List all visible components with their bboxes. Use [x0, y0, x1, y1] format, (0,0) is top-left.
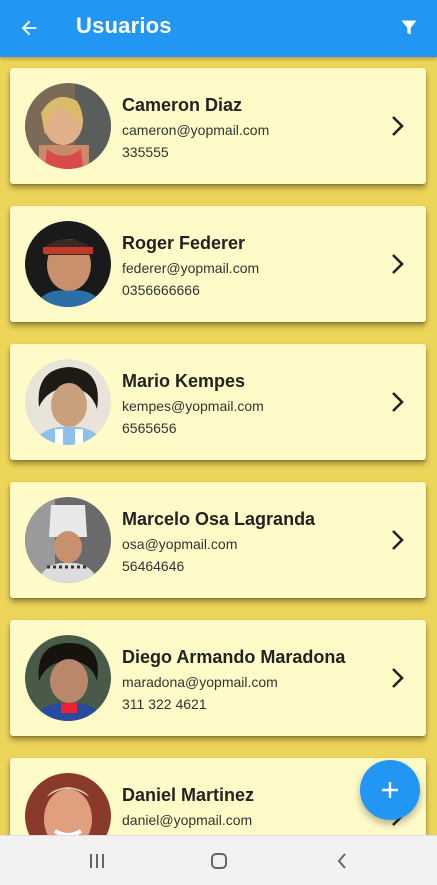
home-icon [211, 853, 227, 869]
user-list[interactable]: Cameron Diaz cameron@yopmail.com 335555 … [0, 57, 437, 835]
user-name: Diego Armando Maradona [122, 647, 346, 667]
list-item-user[interactable]: Marcelo Osa Lagranda osa@yopmail.com 564… [10, 482, 426, 598]
user-email: kempes@yopmail.com [122, 398, 264, 414]
add-user-button[interactable] [360, 760, 420, 820]
user-phone: 0356666666 [122, 282, 200, 298]
plus-icon [382, 782, 398, 798]
app-bar: Usuarios [0, 0, 437, 57]
user-phone: 56464646 [122, 558, 185, 574]
avatar [25, 773, 111, 835]
nav-back-icon [337, 853, 346, 869]
user-name: Cameron Diaz [122, 95, 243, 115]
list-item-user[interactable]: Cameron Diaz cameron@yopmail.com 335555 [10, 68, 426, 184]
user-email: daniel@yopmail.com [122, 812, 253, 828]
chevron-right-icon [392, 668, 404, 688]
user-phone: 6565656 [122, 420, 177, 436]
arrow-left-icon [21, 20, 37, 36]
user-name: Roger Federer [122, 233, 246, 253]
user-email: federer@yopmail.com [122, 260, 260, 276]
chevron-right-icon [392, 530, 404, 550]
list-item-user[interactable]: Roger Federer federer@yopmail.com 035666… [10, 206, 426, 322]
recent-apps-button[interactable] [85, 849, 109, 873]
user-name: Mario Kempes [122, 371, 246, 391]
list-item-user[interactable]: Diego Armando Maradona maradona@yopmail.… [10, 620, 426, 736]
avatar [25, 221, 111, 307]
avatar [25, 83, 111, 169]
filter-icon [401, 20, 417, 35]
user-phone: 311 322 4621 [122, 696, 207, 712]
back-button[interactable] [15, 14, 43, 42]
user-name: Marcelo Osa Lagranda [122, 509, 316, 529]
chevron-right-icon [392, 116, 404, 136]
recent-apps-icon [90, 854, 104, 868]
system-nav-bar [0, 835, 437, 885]
nav-back-button[interactable] [330, 849, 354, 873]
list-item-user[interactable]: Mario Kempes kempes@yopmail.com 6565656 [10, 344, 426, 460]
chevron-right-icon [392, 254, 404, 274]
user-email: maradona@yopmail.com [122, 674, 278, 690]
home-button[interactable] [207, 849, 231, 873]
avatar [25, 635, 111, 721]
page-title: Usuarios [76, 13, 172, 38]
user-email: cameron@yopmail.com [122, 122, 270, 138]
filter-button[interactable] [395, 14, 423, 42]
user-email: osa@yopmail.com [122, 536, 238, 552]
chevron-right-icon [392, 392, 404, 412]
user-name: Daniel Martinez [122, 785, 255, 805]
avatar [25, 359, 111, 445]
user-phone: 335555 [122, 144, 169, 160]
avatar [25, 497, 111, 583]
